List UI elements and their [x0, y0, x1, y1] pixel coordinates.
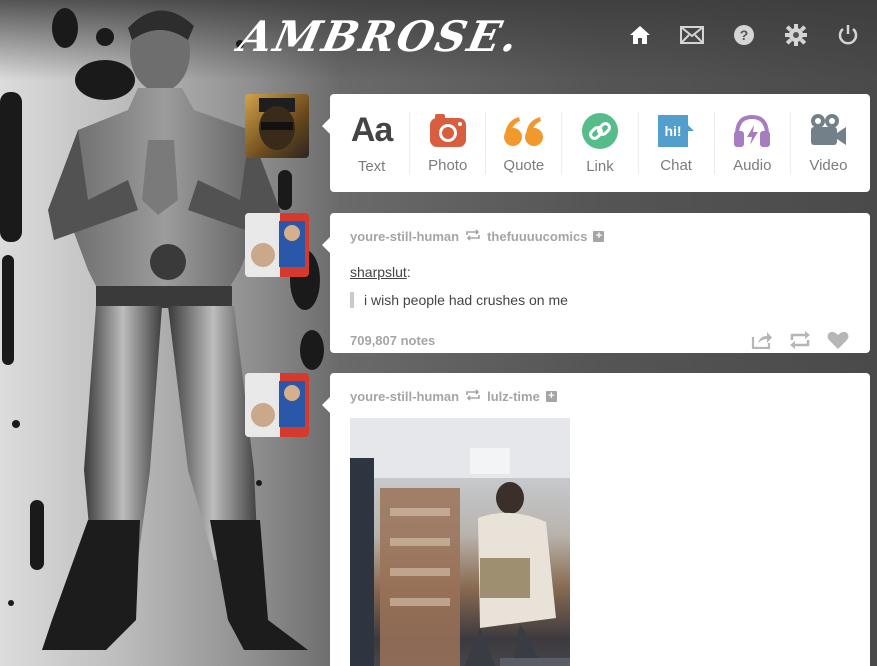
- svg-text:hi!: hi!: [665, 123, 682, 139]
- avatar-pointer: [322, 237, 330, 253]
- blog-logo[interactable]: AMBROSE.: [235, 12, 524, 61]
- chat-icon: hi!: [656, 112, 696, 149]
- post-footer: 709,807 notes: [350, 330, 850, 350]
- post-author[interactable]: youre-still-human: [350, 229, 459, 244]
- quoted-text: i wish people had crushes on me: [350, 292, 850, 308]
- follow-plus-icon[interactable]: +: [593, 231, 605, 242]
- post-type-label: Photo: [428, 157, 468, 174]
- post-type-label: Link: [586, 157, 614, 175]
- post-type-link[interactable]: Link: [562, 112, 639, 175]
- post-type-chat[interactable]: hi! Chat: [639, 112, 715, 174]
- camera-icon: [429, 112, 467, 149]
- post-card: youre-still-human lulz-time +: [330, 373, 870, 666]
- reblog-icon[interactable]: [788, 330, 812, 350]
- heart-icon[interactable]: [826, 330, 850, 350]
- source-colon: :: [406, 264, 411, 280]
- reblogger-avatar[interactable]: [245, 373, 309, 437]
- post-type-label: Quote: [503, 157, 545, 174]
- post-type-text[interactable]: Aa Text: [334, 111, 411, 175]
- post-type-label: Audio: [733, 157, 772, 174]
- post-type-label: Chat: [660, 157, 692, 174]
- follow-plus-icon[interactable]: +: [545, 391, 557, 402]
- post-header: youre-still-human lulz-time +: [350, 389, 850, 404]
- audio-icon: [732, 112, 772, 149]
- post-type-label: Video: [809, 157, 848, 174]
- post-type-photo[interactable]: Photo: [410, 112, 487, 174]
- reblog-arrow-icon: [465, 389, 481, 404]
- help-icon[interactable]: ?: [731, 22, 757, 48]
- post-type-label: Text: [357, 158, 386, 175]
- reblog-arrow-icon: [465, 229, 481, 244]
- post-type-audio[interactable]: Audio: [715, 112, 791, 174]
- reblogged-from[interactable]: thefuuuucomics: [487, 229, 587, 244]
- avatar-pointer: [322, 397, 330, 413]
- link-icon: [581, 112, 619, 150]
- user-avatar[interactable]: [245, 94, 309, 158]
- video-icon: [808, 112, 848, 149]
- reblogged-from[interactable]: lulz-time: [487, 389, 540, 404]
- power-icon[interactable]: [835, 22, 861, 48]
- svg-text:?: ?: [740, 27, 749, 43]
- post-type-video[interactable]: Video: [791, 112, 866, 174]
- post-photo[interactable]: [350, 418, 570, 666]
- post-card: youre-still-human thefuuuucomics + sharp…: [330, 213, 870, 353]
- notes-count[interactable]: 709,807 notes: [350, 333, 435, 348]
- dashboard-nav: ?: [627, 22, 861, 48]
- home-icon[interactable]: [627, 22, 653, 48]
- post-actions: [750, 330, 850, 350]
- reblogger-avatar[interactable]: [245, 213, 309, 277]
- mail-icon[interactable]: [679, 22, 705, 48]
- avatar-pointer: [322, 118, 330, 134]
- text-icon: Aa: [350, 111, 393, 149]
- share-icon[interactable]: [750, 330, 774, 350]
- post-body: sharpslut: i wish people had crushes on …: [350, 264, 850, 308]
- post-type-quote[interactable]: Quote: [486, 112, 563, 174]
- gear-icon[interactable]: [783, 22, 809, 48]
- post-type-bar: Aa Text Photo Quote Link hi! Chat Audio: [330, 94, 870, 192]
- source-user-link[interactable]: sharpslut: [350, 264, 407, 280]
- post-header: youre-still-human thefuuuucomics +: [350, 229, 850, 244]
- post-author[interactable]: youre-still-human: [350, 389, 459, 404]
- quote-icon: [503, 112, 545, 149]
